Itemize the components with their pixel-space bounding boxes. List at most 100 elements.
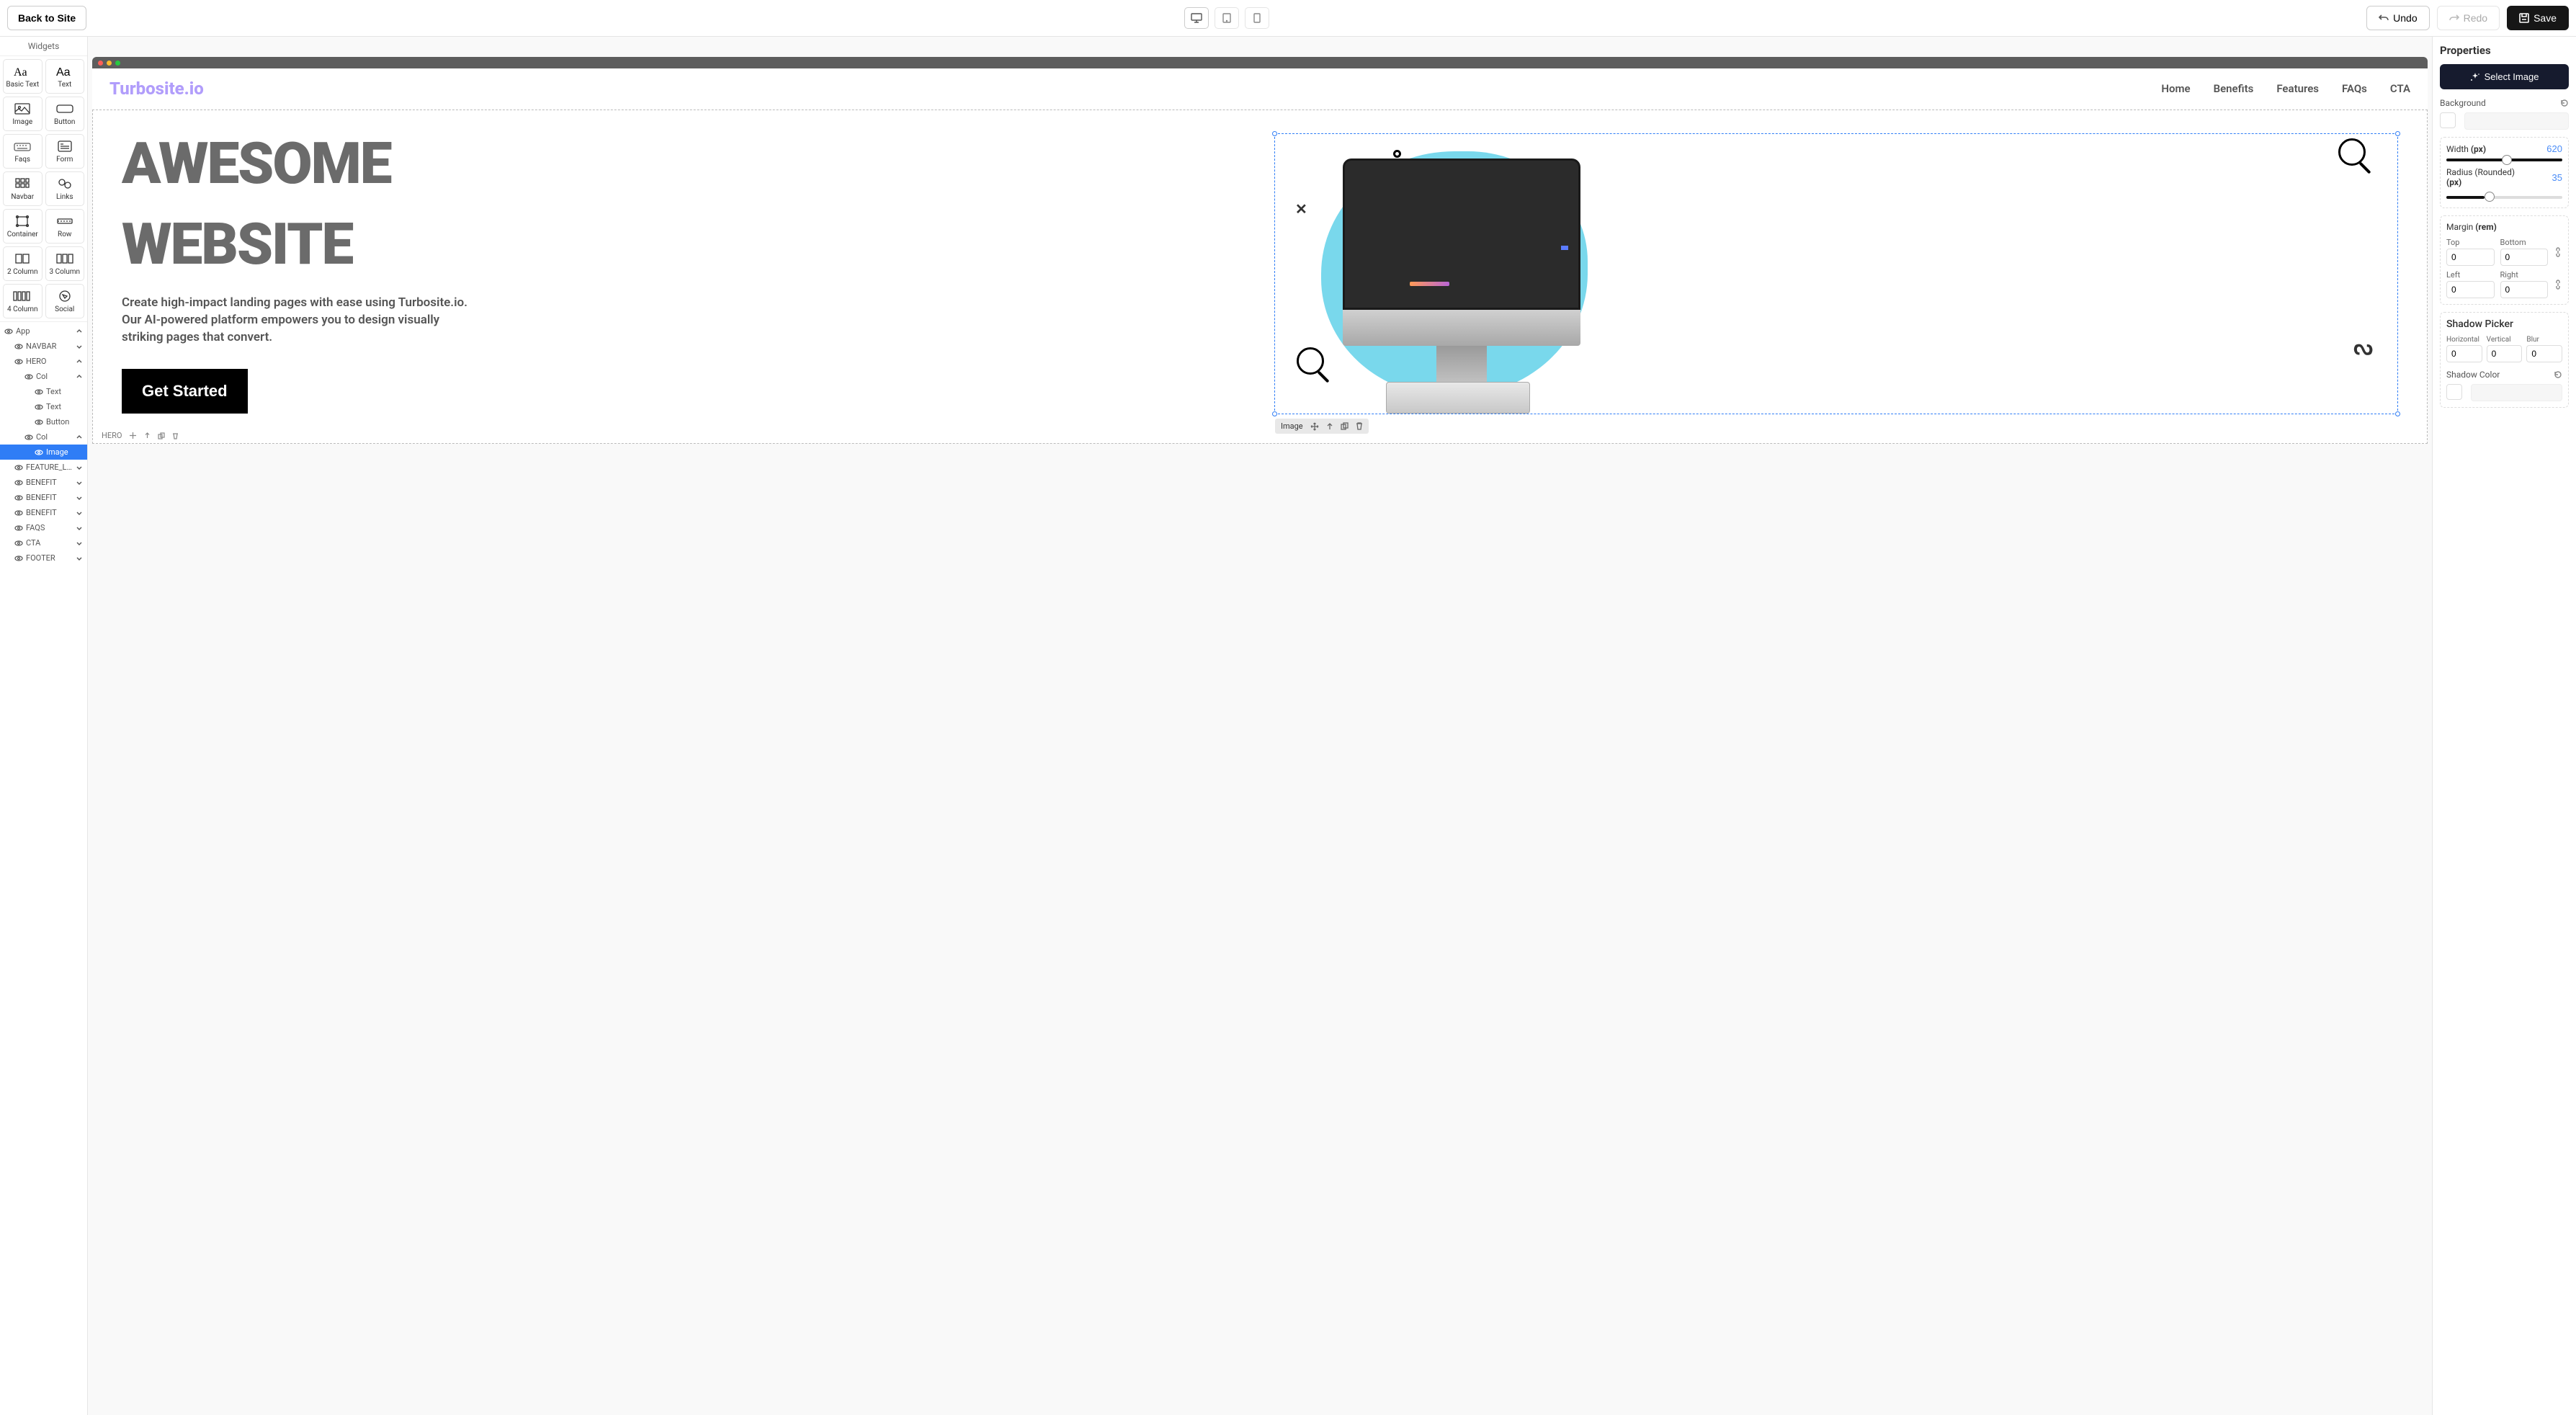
eye-icon[interactable] xyxy=(35,403,43,411)
width-slider[interactable] xyxy=(2446,159,2562,161)
shadow-color-swatch[interactable] xyxy=(2446,384,2462,400)
eye-icon[interactable] xyxy=(35,448,43,457)
widget-button[interactable]: Button xyxy=(45,97,85,131)
widget-2column[interactable]: 2 Column xyxy=(3,246,43,281)
chevron-up-icon[interactable] xyxy=(76,328,83,335)
widget-3column[interactable]: 3 Column xyxy=(45,246,85,281)
resize-handle-tl[interactable] xyxy=(1272,131,1277,136)
chevron-down-icon[interactable] xyxy=(76,479,83,486)
eye-icon[interactable] xyxy=(14,463,23,472)
eye-icon[interactable] xyxy=(14,539,23,548)
nav-link-faqs[interactable]: FAQs xyxy=(2342,82,2367,95)
hero-left-col[interactable]: AWESOME WEBSITE Create high-impact landi… xyxy=(122,133,1245,414)
layer-row-benefit[interactable]: BENEFIT xyxy=(0,490,87,505)
layer-row-navbar[interactable]: NAVBAR xyxy=(0,339,87,354)
eye-icon[interactable] xyxy=(24,372,33,381)
resize-handle-bl[interactable] xyxy=(1272,411,1277,416)
layer-row-footer[interactable]: FOOTER xyxy=(0,550,87,566)
resize-handle-tr[interactable] xyxy=(2395,131,2400,136)
layer-row-button[interactable]: Button xyxy=(0,414,87,429)
copy-icon[interactable] xyxy=(158,432,165,439)
widget-container[interactable]: Container xyxy=(3,209,43,244)
chevron-down-icon[interactable] xyxy=(76,540,83,547)
device-mobile-button[interactable] xyxy=(1245,7,1269,29)
select-image-button[interactable]: Select Image xyxy=(2440,64,2569,89)
hero-subtitle[interactable]: Create high-impact landing pages with ea… xyxy=(122,295,468,346)
nav-link-benefits[interactable]: Benefits xyxy=(2214,82,2254,95)
chevron-down-icon[interactable] xyxy=(76,525,83,532)
resize-handle-br[interactable] xyxy=(2395,411,2400,416)
shadow-b-input[interactable] xyxy=(2526,345,2562,362)
widget-form[interactable]: Form xyxy=(45,134,85,169)
reset-icon[interactable] xyxy=(2560,99,2569,107)
background-swatch[interactable] xyxy=(2440,112,2456,128)
up-icon[interactable] xyxy=(1326,423,1333,430)
hero-cta-button[interactable]: Get Started xyxy=(122,369,248,414)
margin-right-input[interactable] xyxy=(2500,281,2549,298)
widget-image[interactable]: Image xyxy=(3,97,43,131)
layer-row-app[interactable]: App xyxy=(0,323,87,339)
nav-link-cta[interactable]: CTA xyxy=(2390,82,2410,95)
hero-title-1[interactable]: AWESOME xyxy=(122,133,1245,194)
eye-icon[interactable] xyxy=(14,509,23,517)
save-button[interactable]: Save xyxy=(2507,6,2569,30)
layer-row-col[interactable]: Col xyxy=(0,369,87,384)
radius-input[interactable] xyxy=(2531,172,2562,183)
chevron-down-icon[interactable] xyxy=(76,464,83,471)
chevron-up-icon[interactable] xyxy=(76,358,83,365)
margin-top-input[interactable] xyxy=(2446,249,2495,266)
radius-slider[interactable] xyxy=(2446,192,2562,202)
widget-4column[interactable]: 4 Column xyxy=(3,284,43,318)
link-margin-icon[interactable] xyxy=(2554,247,2562,257)
layer-row-benefit[interactable]: BENEFIT xyxy=(0,505,87,520)
nav-link-features[interactable]: Features xyxy=(2276,82,2319,95)
layer-row-text[interactable]: Text xyxy=(0,384,87,399)
margin-left-input[interactable] xyxy=(2446,281,2495,298)
chevron-down-icon[interactable] xyxy=(76,343,83,350)
eye-icon[interactable] xyxy=(14,494,23,502)
back-to-site-button[interactable]: Back to Site xyxy=(7,6,86,30)
link-margin-icon[interactable] xyxy=(2554,280,2562,290)
eye-icon[interactable] xyxy=(4,327,13,336)
redo-button[interactable]: Redo xyxy=(2437,6,2500,30)
layer-row-feature_lists[interactable]: FEATURE_LISTS xyxy=(0,460,87,475)
eye-icon[interactable] xyxy=(24,433,33,442)
margin-bottom-input[interactable] xyxy=(2500,249,2549,266)
eye-icon[interactable] xyxy=(14,478,23,487)
eye-icon[interactable] xyxy=(14,524,23,532)
widget-text[interactable]: AaText xyxy=(45,59,85,94)
eye-icon[interactable] xyxy=(14,342,23,351)
hero-right-col[interactable]: ✕ ᔓ xyxy=(1274,133,2398,414)
chevron-down-icon[interactable] xyxy=(76,555,83,562)
layer-row-col[interactable]: Col xyxy=(0,429,87,445)
up-icon[interactable] xyxy=(144,432,151,439)
widget-navbar[interactable]: Navbar xyxy=(3,171,43,206)
eye-icon[interactable] xyxy=(14,357,23,366)
chevron-up-icon[interactable] xyxy=(76,434,83,441)
device-desktop-button[interactable] xyxy=(1184,7,1209,29)
width-input[interactable] xyxy=(2531,143,2562,154)
selected-image[interactable]: ✕ ᔓ xyxy=(1274,133,2398,414)
widget-links[interactable]: Links xyxy=(45,171,85,206)
layer-row-faqs[interactable]: FAQS xyxy=(0,520,87,535)
layer-row-cta[interactable]: CTA xyxy=(0,535,87,550)
layer-row-hero[interactable]: HERO xyxy=(0,354,87,369)
shadow-v-input[interactable] xyxy=(2487,345,2523,362)
layer-row-text[interactable]: Text xyxy=(0,399,87,414)
site-navbar[interactable]: Turbosite.io Home Benefits Features FAQs… xyxy=(92,68,2428,110)
trash-icon[interactable] xyxy=(172,432,179,439)
eye-icon[interactable] xyxy=(35,418,43,427)
widget-row[interactable]: Row xyxy=(45,209,85,244)
shadow-color-input[interactable] xyxy=(2471,384,2562,401)
undo-button[interactable]: Undo xyxy=(2366,6,2429,30)
background-input[interactable] xyxy=(2464,112,2569,130)
eye-icon[interactable] xyxy=(35,388,43,396)
eye-icon[interactable] xyxy=(14,554,23,563)
layer-row-benefit[interactable]: BENEFIT xyxy=(0,475,87,490)
chevron-down-icon[interactable] xyxy=(76,494,83,501)
widget-faqs[interactable]: Faqs xyxy=(3,134,43,169)
device-tablet-button[interactable] xyxy=(1215,7,1239,29)
trash-icon[interactable] xyxy=(1356,422,1363,430)
widget-social[interactable]: Social xyxy=(45,284,85,318)
move-icon[interactable] xyxy=(1310,422,1319,431)
